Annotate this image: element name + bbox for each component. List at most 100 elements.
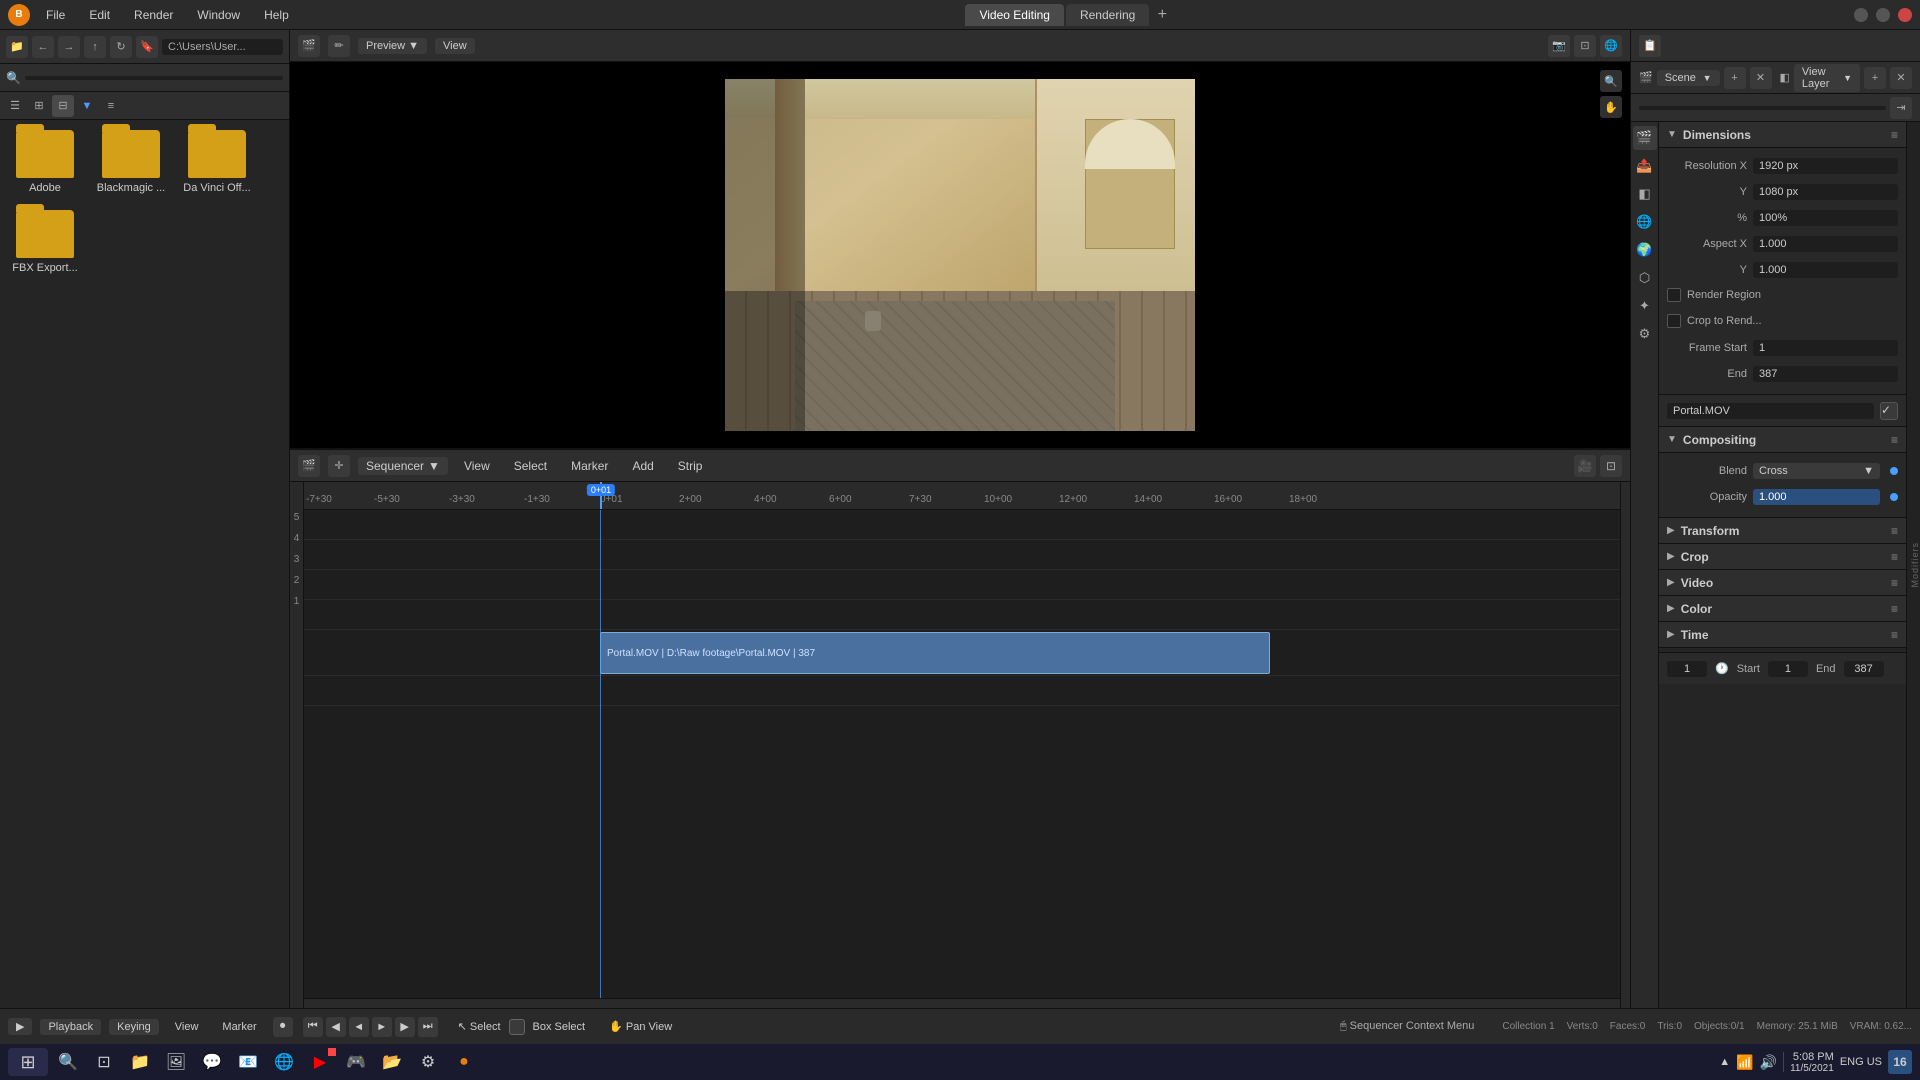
- color-menu-icon[interactable]: ≡: [1891, 602, 1898, 616]
- preview-mode-dropdown[interactable]: Preview ▼: [358, 38, 427, 54]
- clock-display[interactable]: 5:08 PM 11/5/2021: [1790, 1051, 1834, 1074]
- select-mode-button[interactable]: [509, 1019, 525, 1035]
- preview-camera-button[interactable]: 📷: [1548, 35, 1570, 57]
- preview-zoom-icon[interactable]: 🔍: [1600, 70, 1622, 92]
- scene-unlink-button[interactable]: ✕: [1750, 67, 1772, 89]
- compositing-section-header[interactable]: ▼ Compositing ≡: [1659, 427, 1906, 453]
- blend-dot[interactable]: [1890, 467, 1898, 475]
- preview-overlay-button[interactable]: ⊡: [1574, 35, 1596, 57]
- taskbar-teams[interactable]: 💬: [196, 1048, 228, 1076]
- menu-help[interactable]: Help: [256, 6, 297, 24]
- task-view-button[interactable]: ⊡: [88, 1048, 120, 1076]
- view-menu-button[interactable]: View: [167, 1019, 207, 1035]
- seq-preview-toggle-button[interactable]: 🎥: [1574, 455, 1596, 477]
- view-layer-unlink-button[interactable]: ✕: [1890, 67, 1912, 89]
- frame-end-value[interactable]: 387: [1753, 366, 1898, 382]
- transport-next-frame-button[interactable]: ▶: [395, 1017, 415, 1037]
- fb-editor-type-button[interactable]: 📁: [6, 36, 28, 58]
- props-search-input[interactable]: [1639, 106, 1886, 110]
- playback-menu-button[interactable]: Playback: [40, 1019, 101, 1035]
- marker-menu-button[interactable]: Marker: [214, 1019, 264, 1035]
- minimize-button[interactable]: [1854, 8, 1868, 22]
- taskbar-settings[interactable]: ⚙: [412, 1048, 444, 1076]
- opacity-dot[interactable]: [1890, 493, 1898, 501]
- start-button[interactable]: ⊞: [8, 1048, 48, 1076]
- fb-up-button[interactable]: ↑: [84, 36, 106, 58]
- aspect-x-value[interactable]: 1.000: [1753, 236, 1898, 252]
- menu-edit[interactable]: Edit: [81, 6, 118, 24]
- menu-file[interactable]: File: [38, 6, 73, 24]
- taskbar-blender[interactable]: ●: [448, 1048, 480, 1076]
- fb-large-grid-toggle[interactable]: ⊟: [52, 95, 74, 117]
- props-end-value[interactable]: 387: [1844, 661, 1884, 677]
- seq-menu-strip[interactable]: Strip: [670, 457, 711, 475]
- notification-badge[interactable]: 16: [1888, 1050, 1912, 1074]
- time-section-header[interactable]: ▶ Time ≡: [1659, 622, 1906, 648]
- blender-logo[interactable]: B: [8, 4, 30, 26]
- vtab-particles[interactable]: ✦: [1633, 294, 1657, 318]
- fb-bookmark-button[interactable]: 🔖: [136, 36, 158, 58]
- close-button[interactable]: [1898, 8, 1912, 22]
- seq-vscroll[interactable]: [1620, 482, 1630, 1008]
- fb-grid-view-toggle[interactable]: ⊞: [28, 95, 50, 117]
- scene-dropdown[interactable]: Scene ▼: [1657, 70, 1720, 86]
- view-layer-new-button[interactable]: +: [1864, 67, 1886, 89]
- fb-search-input[interactable]: [25, 76, 283, 80]
- tray-network-icon[interactable]: 📶: [1736, 1054, 1753, 1071]
- strip-name-input[interactable]: Portal.MOV: [1667, 403, 1874, 419]
- resolution-x-value[interactable]: 1920 px: [1753, 158, 1898, 174]
- keying-menu-button[interactable]: Keying: [109, 1019, 159, 1035]
- strip-name-check[interactable]: ✓: [1880, 402, 1898, 420]
- seq-menu-marker[interactable]: Marker: [563, 457, 616, 475]
- transport-skip-end-button[interactable]: ⏭: [418, 1017, 438, 1037]
- fb-filter-button[interactable]: ▼: [76, 95, 98, 117]
- blend-dropdown[interactable]: Cross ▼: [1753, 463, 1880, 479]
- tab-video-editing[interactable]: Video Editing: [965, 4, 1064, 26]
- crop-menu-icon[interactable]: ≡: [1891, 550, 1898, 564]
- aspect-y-value[interactable]: 1.000: [1753, 262, 1898, 278]
- dimensions-menu-icon[interactable]: ≡: [1891, 128, 1898, 142]
- taskbar-search-button[interactable]: 🔍: [52, 1048, 84, 1076]
- vtab-object[interactable]: ⬡: [1633, 266, 1657, 290]
- view-layer-dropdown[interactable]: View Layer ▼: [1794, 64, 1860, 92]
- dimensions-section-header[interactable]: ▼ Dimensions ≡: [1659, 122, 1906, 148]
- timeline-ruler[interactable]: -7+30 -5+30 -3+30 -1+30 0+01 2+00 4+00 6…: [304, 482, 1620, 510]
- fb-path-display[interactable]: C:\Users\User...: [162, 39, 283, 55]
- vtab-view-layer[interactable]: ◧: [1633, 182, 1657, 206]
- preview-tool-button[interactable]: ✏: [328, 35, 350, 57]
- vtab-render[interactable]: 🎬: [1633, 126, 1657, 150]
- fb-sort-button[interactable]: ≡: [100, 95, 122, 117]
- taskbar-discord[interactable]: 🎮: [340, 1048, 372, 1076]
- taskbar-mail[interactable]: 📧: [232, 1048, 264, 1076]
- seq-workspace-dropdown[interactable]: Sequencer ▼: [358, 457, 448, 475]
- taskbar-files[interactable]: 📂: [376, 1048, 408, 1076]
- seq-snap-button[interactable]: ✛: [328, 455, 350, 477]
- transport-play-reverse-button[interactable]: ◄: [349, 1017, 369, 1037]
- transform-menu-icon[interactable]: ≡: [1891, 524, 1898, 538]
- scene-new-button[interactable]: +: [1724, 67, 1746, 89]
- seq-hscroll[interactable]: [304, 998, 1620, 1008]
- tab-rendering[interactable]: Rendering: [1066, 4, 1149, 26]
- lang-display[interactable]: ENG US: [1840, 1056, 1882, 1068]
- resolution-y-value[interactable]: 1080 px: [1753, 184, 1898, 200]
- transport-record-button[interactable]: ⏺: [273, 1017, 293, 1037]
- percent-value[interactable]: 100%: [1753, 210, 1898, 226]
- menu-window[interactable]: Window: [189, 6, 248, 24]
- props-editor-type-button[interactable]: 📋: [1639, 35, 1661, 57]
- color-section-header[interactable]: ▶ Color ≡: [1659, 596, 1906, 622]
- seq-overlay-button[interactable]: ⊡: [1600, 455, 1622, 477]
- vtab-physics[interactable]: ⚙: [1633, 322, 1657, 346]
- folder-fbx[interactable]: FBX Export...: [10, 210, 80, 274]
- preview-display-button[interactable]: 🌐: [1600, 35, 1622, 57]
- folder-blackmagic[interactable]: Blackmagic ...: [96, 130, 166, 194]
- fb-back-button[interactable]: ←: [32, 36, 54, 58]
- fb-view-toggle[interactable]: ☰: [4, 95, 26, 117]
- vtab-output[interactable]: 📤: [1633, 154, 1657, 178]
- props-start-value[interactable]: 1: [1768, 661, 1808, 677]
- preview-view-button[interactable]: View: [435, 38, 475, 54]
- seq-menu-add[interactable]: Add: [624, 457, 661, 475]
- video-section-header[interactable]: ▶ Video ≡: [1659, 570, 1906, 596]
- seq-menu-select[interactable]: Select: [506, 457, 555, 475]
- transform-section-header[interactable]: ▶ Transform ≡: [1659, 518, 1906, 544]
- tray-expand-button[interactable]: ▲: [1719, 1056, 1730, 1068]
